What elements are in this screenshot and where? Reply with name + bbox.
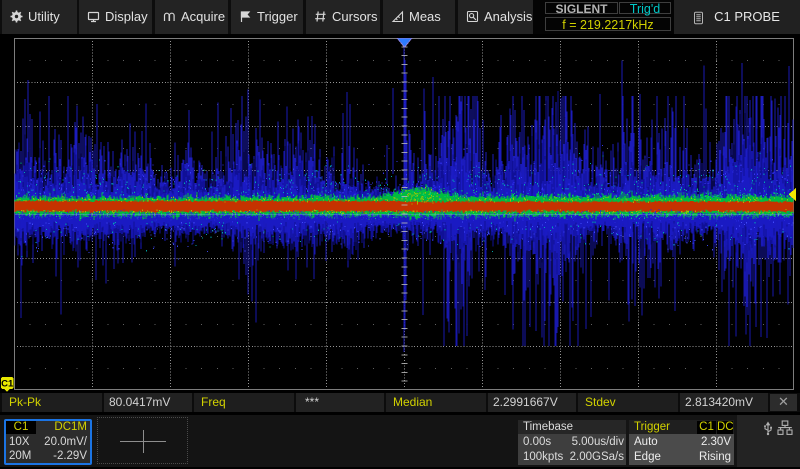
svg-text:C1: C1 [1,379,14,390]
